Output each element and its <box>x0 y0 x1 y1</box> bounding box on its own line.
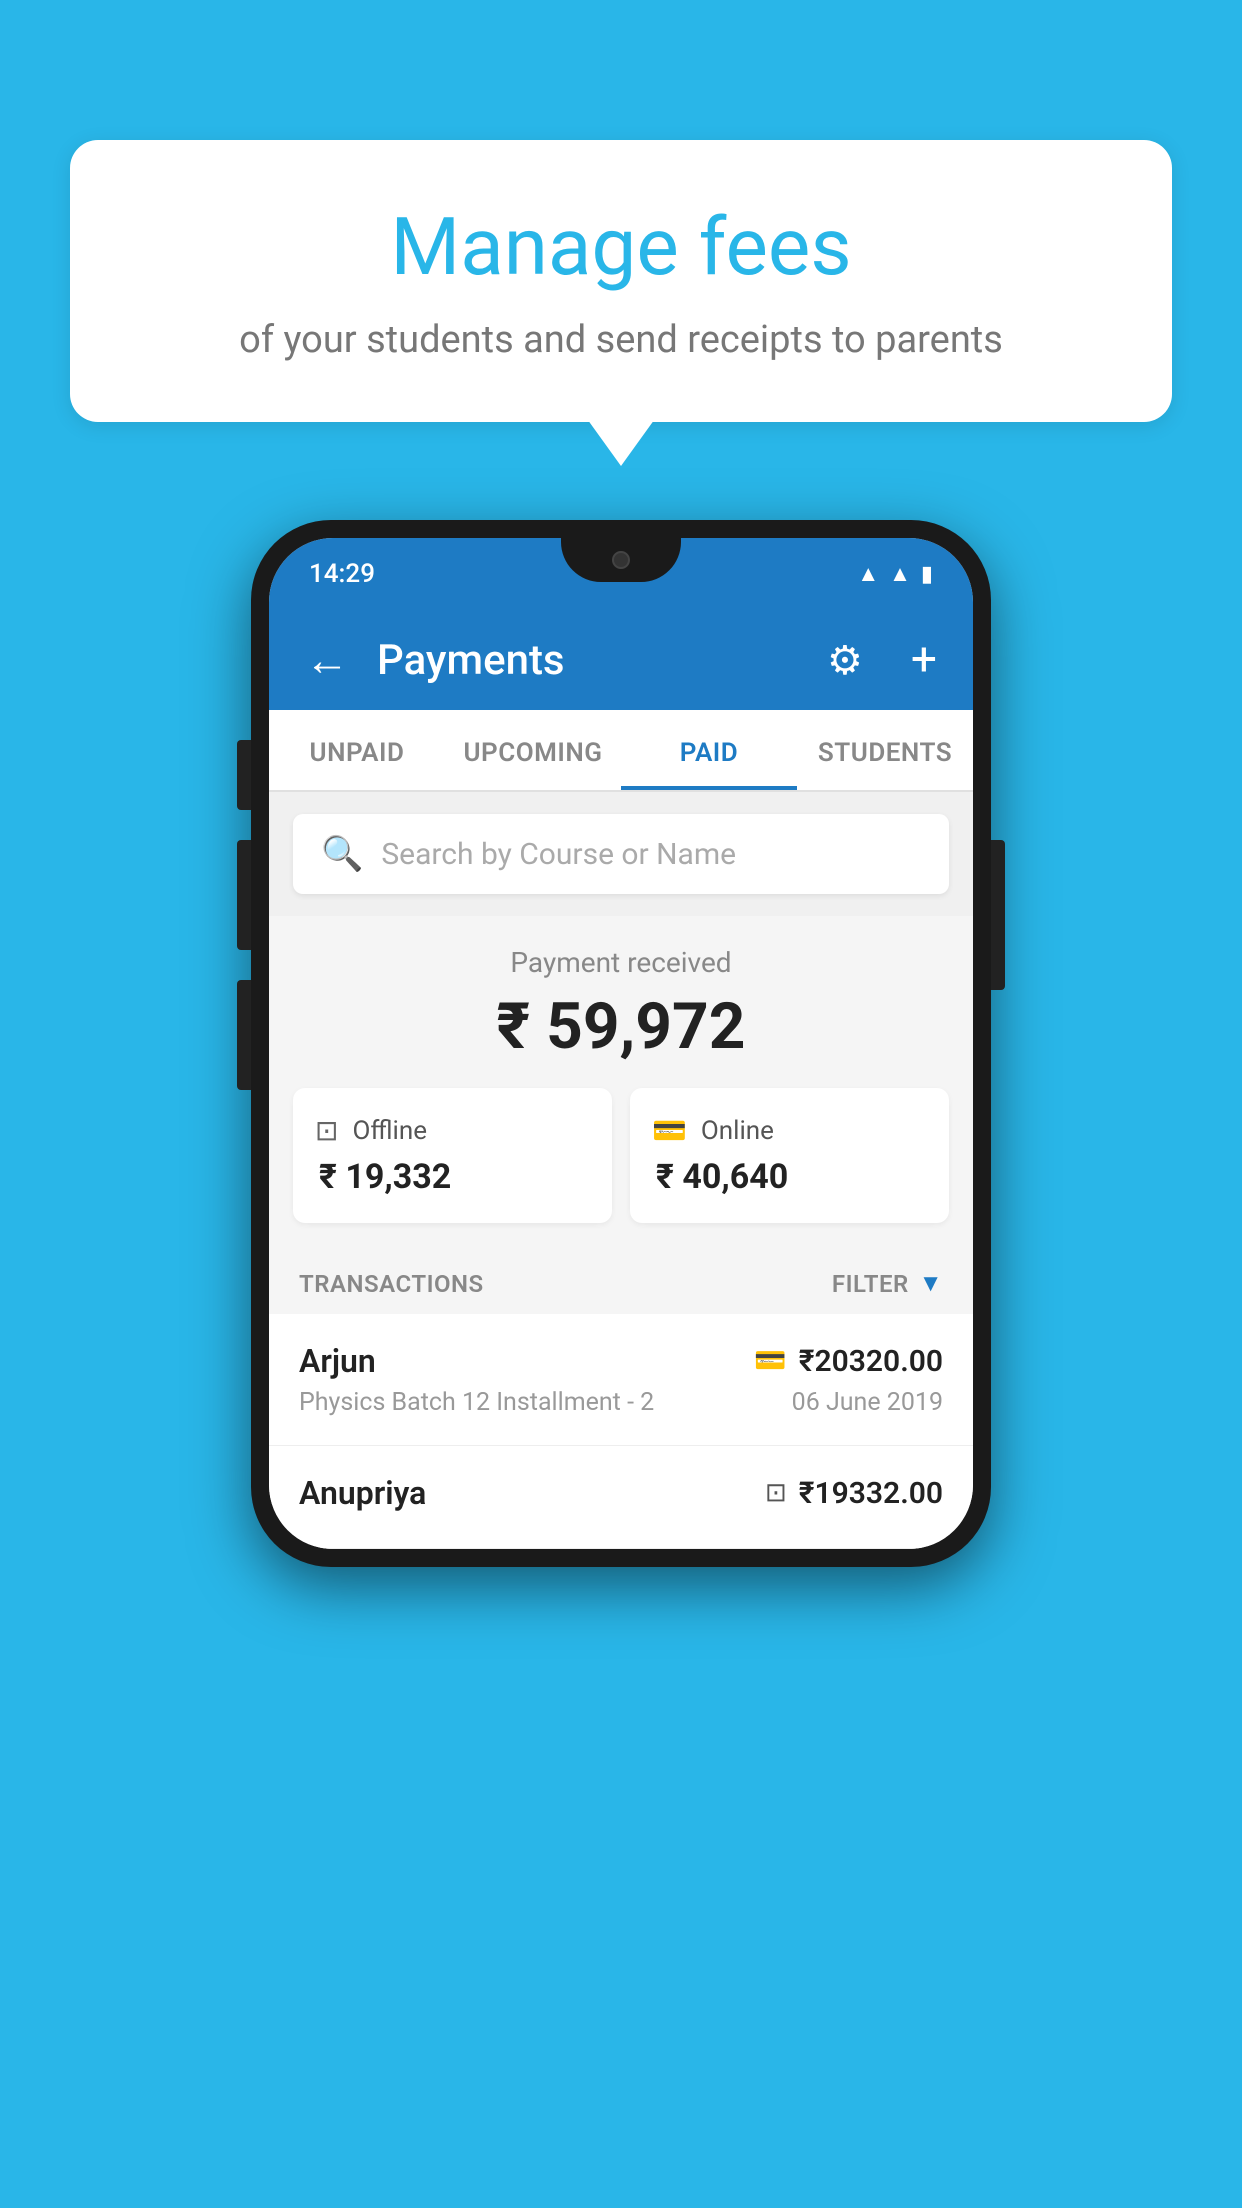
tab-students[interactable]: STUDENTS <box>797 710 973 790</box>
offline-amount: ₹ 19,332 <box>315 1157 451 1197</box>
payment-summary: Payment received ₹ 59,972 ⊡ Offline ₹ 19… <box>269 916 973 1247</box>
transaction-name: Anupriya <box>299 1474 426 1512</box>
bubble-title: Manage fees <box>150 200 1092 294</box>
transaction-detail: Physics Batch 12 Installment - 2 <box>299 1388 654 1417</box>
side-button-silent <box>237 980 251 1090</box>
transactions-header: TRANSACTIONS FILTER ▼ <box>269 1247 973 1314</box>
online-card-header: 💳 Online <box>652 1114 774 1147</box>
wifi-icon: ▲ <box>857 561 879 587</box>
payment-amount: ₹ 59,972 <box>293 989 949 1064</box>
side-button-power <box>991 840 1005 990</box>
payment-received-label: Payment received <box>293 946 949 979</box>
transaction-name: Arjun <box>299 1342 376 1380</box>
online-label: Online <box>701 1116 774 1146</box>
search-bar[interactable]: 🔍 Search by Course or Name <box>293 814 949 894</box>
transaction-date: 06 June 2019 <box>792 1388 943 1417</box>
bubble-subtitle: of your students and send receipts to pa… <box>150 318 1092 362</box>
back-button[interactable]: ← <box>305 634 349 686</box>
page-title: Payments <box>377 636 799 685</box>
filter-label: FILTER <box>832 1270 909 1298</box>
tab-paid[interactable]: PAID <box>621 710 797 790</box>
transaction-top-row: Arjun 💳 ₹20320.00 <box>299 1342 943 1380</box>
search-icon: 🔍 <box>321 834 363 874</box>
side-button-volume-down <box>237 840 251 950</box>
transaction-amount: ₹19332.00 <box>799 1476 943 1511</box>
transaction-amount-wrap: ⊡ ₹19332.00 <box>765 1476 943 1511</box>
status-bar: 14:29 ▲ ▲ ▮ <box>269 538 973 610</box>
filter-icon: ▼ <box>919 1269 943 1298</box>
online-amount: ₹ 40,640 <box>652 1157 788 1197</box>
speech-bubble: Manage fees of your students and send re… <box>70 140 1172 422</box>
tab-upcoming[interactable]: UPCOMING <box>445 710 621 790</box>
payment-cards: ⊡ Offline ₹ 19,332 💳 Online ₹ 40,640 <box>293 1088 949 1223</box>
camera-notch <box>612 551 630 569</box>
phone-screen: 14:29 ▲ ▲ ▮ ← Payments ⚙ + UNPAID <box>269 538 973 1549</box>
phone-device: 14:29 ▲ ▲ ▮ ← Payments ⚙ + UNPAID <box>251 520 991 1567</box>
transactions-label: TRANSACTIONS <box>299 1270 484 1298</box>
side-button-volume-up <box>237 740 251 810</box>
battery-icon: ▮ <box>921 562 933 587</box>
settings-icon[interactable]: ⚙ <box>827 637 863 684</box>
speech-bubble-section: Manage fees of your students and send re… <box>70 140 1172 422</box>
tab-unpaid[interactable]: UNPAID <box>269 710 445 790</box>
transaction-amount: ₹20320.00 <box>799 1344 943 1379</box>
offline-label: Offline <box>352 1116 427 1146</box>
offline-card-header: ⊡ Offline <box>315 1114 427 1147</box>
online-card: 💳 Online ₹ 40,640 <box>630 1088 949 1223</box>
transaction-bottom-row: Physics Batch 12 Installment - 2 06 June… <box>299 1388 943 1417</box>
status-icons: ▲ ▲ ▮ <box>857 561 933 587</box>
offline-card: ⊡ Offline ₹ 19,332 <box>293 1088 612 1223</box>
online-icon: 💳 <box>652 1114 687 1147</box>
phone-outer-frame: 14:29 ▲ ▲ ▮ ← Payments ⚙ + UNPAID <box>251 520 991 1567</box>
notch <box>561 538 681 582</box>
tabs-bar: UNPAID UPCOMING PAID STUDENTS <box>269 710 973 792</box>
table-row[interactable]: Anupriya ⊡ ₹19332.00 <box>269 1446 973 1549</box>
offline-icon: ⊡ <box>315 1114 338 1147</box>
payment-type-icon: 💳 <box>754 1346 786 1376</box>
status-time: 14:29 <box>309 559 375 589</box>
table-row[interactable]: Arjun 💳 ₹20320.00 Physics Batch 12 Insta… <box>269 1314 973 1446</box>
payment-type-icon: ⊡ <box>765 1478 787 1508</box>
search-input[interactable]: Search by Course or Name <box>381 837 736 872</box>
app-header: ← Payments ⚙ + <box>269 610 973 710</box>
transaction-amount-wrap: 💳 ₹20320.00 <box>754 1344 943 1379</box>
add-icon[interactable]: + <box>911 633 937 687</box>
signal-icon: ▲ <box>889 561 911 587</box>
filter-button[interactable]: FILTER ▼ <box>832 1269 943 1298</box>
transaction-top-row: Anupriya ⊡ ₹19332.00 <box>299 1474 943 1512</box>
